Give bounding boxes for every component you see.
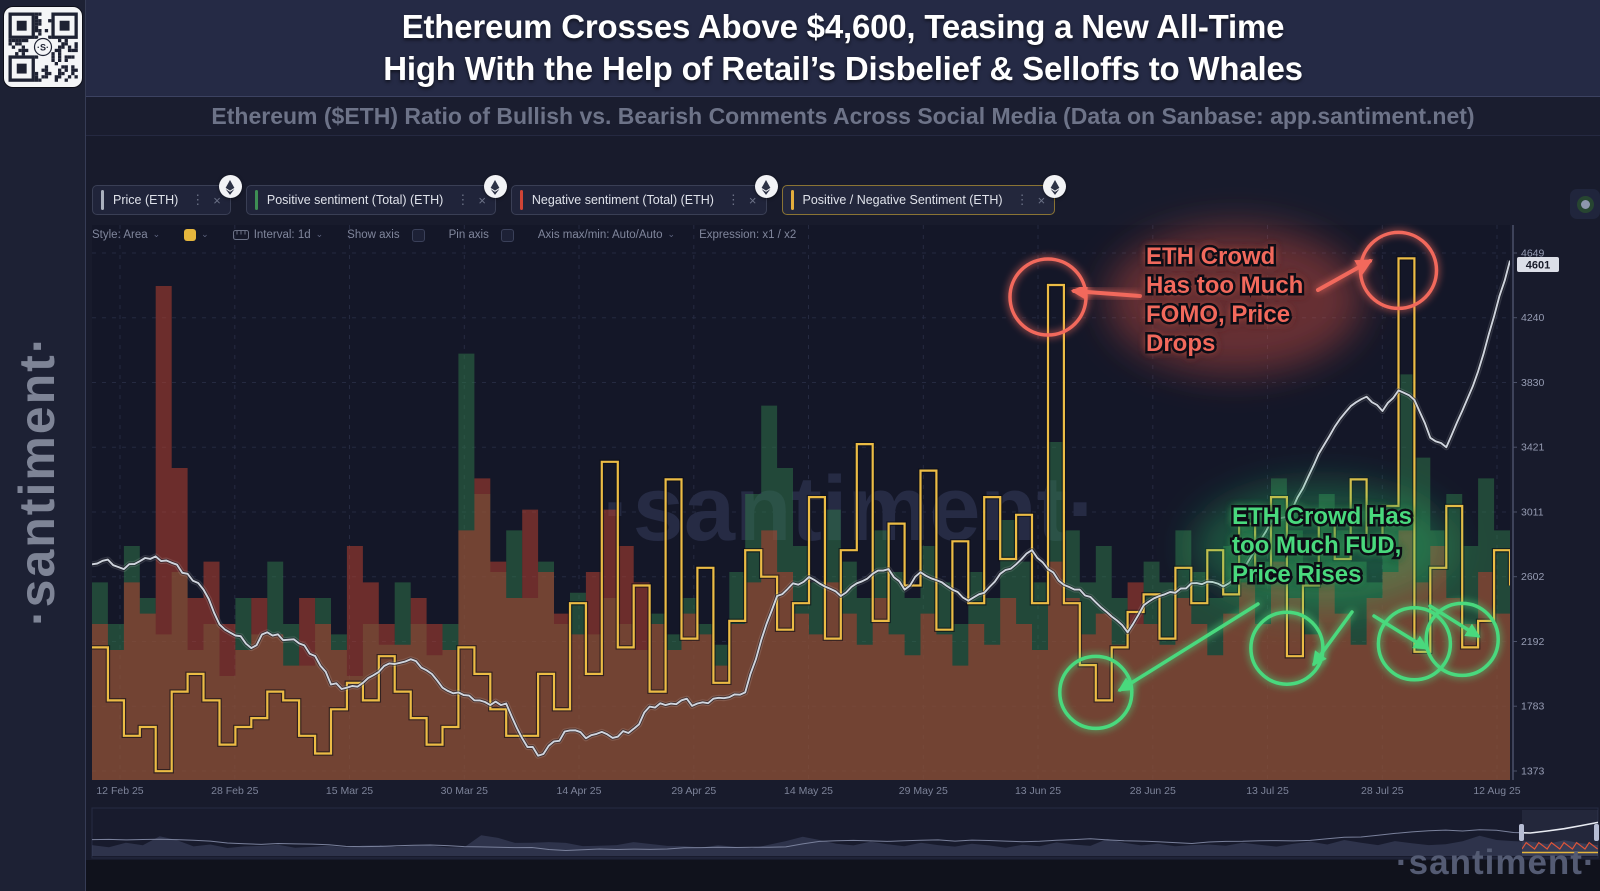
y-tick-label: 3421 — [1521, 442, 1545, 454]
price-axis: 4649424038303421301126022192178313734601 — [1513, 225, 1559, 780]
y-tick-label: 1373 — [1521, 766, 1545, 778]
tab-price-eth[interactable]: Price (ETH) ⋮ × — [92, 185, 231, 215]
tab-accent-bar — [101, 190, 104, 210]
page-title-line2: High With the Help of Retail’s Disbelief… — [383, 48, 1303, 90]
expression-control[interactable]: Expression: x1 / x2 — [699, 229, 796, 241]
show-axis-checkbox[interactable] — [412, 229, 425, 242]
style-selector[interactable]: Style: Area ⌄ — [92, 229, 160, 241]
x-tick-label: 15 Mar 25 — [326, 785, 373, 797]
x-tick-label: 14 May 25 — [784, 785, 833, 797]
show-axis-label: Show axis — [347, 229, 399, 241]
chevron-down-icon: ⌄ — [201, 229, 209, 240]
y-tick-label: 2602 — [1521, 571, 1545, 583]
ruler-icon — [233, 229, 249, 241]
y-tick-label: 2192 — [1521, 636, 1545, 648]
tab-positive-negative-ratio[interactable]: Positive / Negative Sentiment (ETH) ⋮ × — [782, 185, 1056, 215]
eth-logo-icon — [219, 175, 242, 198]
pin-axis-label: Pin axis — [449, 229, 489, 241]
x-tick-label: 12 Aug 25 — [1473, 785, 1520, 797]
x-tick-label: 14 Apr 25 — [557, 785, 602, 797]
current-price-value: 4601 — [1526, 260, 1550, 272]
chevron-down-icon: ⌄ — [316, 229, 324, 240]
tab-close-icon[interactable]: × — [213, 193, 221, 208]
chart-santiment-watermark: ·santiment· — [602, 458, 1098, 560]
tab-close-icon[interactable]: × — [749, 193, 757, 208]
x-tick-label: 13 Jun 25 — [1015, 785, 1061, 797]
eth-logo-icon — [484, 175, 507, 198]
axis-maxmin-selector[interactable]: Axis max/min: Auto/Auto ⌄ — [538, 229, 675, 241]
y-tick-label: 1783 — [1521, 701, 1545, 713]
tab-negative-sentiment[interactable]: Negative sentiment (Total) (ETH) ⋮ × — [511, 185, 767, 215]
tab-close-icon[interactable]: × — [1038, 193, 1046, 208]
eth-logo-icon — [755, 175, 778, 198]
santiment-chart-page: ·santiment·46494240383034213011260221921… — [0, 0, 1600, 891]
color-swatch-selector[interactable]: ⌄ — [184, 229, 209, 241]
tab-label: Positive sentiment (Total) (ETH) — [267, 193, 443, 207]
subtitle-row: Ethereum ($ETH) Ratio of Bullish vs. Bea… — [86, 97, 1600, 136]
tab-accent-bar — [791, 190, 794, 210]
navigator-handle-left[interactable] — [1519, 824, 1524, 841]
y-tick-label: 3830 — [1521, 377, 1545, 389]
metric-tabs-row: Price (ETH) ⋮ × Positive sentiment (Tota… — [92, 185, 1055, 215]
chevron-down-icon: ⌄ — [668, 229, 676, 240]
tab-accent-bar — [255, 190, 258, 210]
y-tick-label: 3011 — [1521, 507, 1544, 519]
x-tick-label: 29 May 25 — [899, 785, 948, 797]
sidebar-santiment-watermark: ·santiment· — [8, 285, 72, 675]
navigator-handle-right[interactable] — [1594, 824, 1599, 841]
tab-accent-bar — [520, 190, 523, 210]
tab-menu-icon[interactable]: ⋮ — [191, 192, 204, 208]
tab-close-icon[interactable]: × — [478, 193, 486, 208]
tab-label: Price (ETH) — [113, 193, 178, 207]
navigator[interactable] — [92, 808, 1599, 858]
page-title-line1: Ethereum Crosses Above $4,600, Teasing a… — [402, 6, 1285, 48]
series-color-swatch[interactable] — [184, 229, 196, 241]
expression-label: Expression: x1 / x2 — [699, 229, 796, 241]
x-tick-label: 30 Mar 25 — [441, 785, 488, 797]
interval-selector[interactable]: Interval: 1d ⌄ — [233, 229, 323, 241]
x-tick-label: 12 Feb 25 — [96, 785, 143, 797]
chart-toolbar: Style: Area ⌄ ⌄ Interval: 1d ⌄ Show axis… — [92, 226, 820, 244]
tab-menu-icon[interactable]: ⋮ — [727, 192, 740, 208]
record-indicator-icon — [1577, 196, 1594, 213]
axis-maxmin-label: Axis max/min: Auto/Auto — [538, 229, 663, 241]
x-tick-label: 29 Apr 25 — [671, 785, 716, 797]
pin-axis-checkbox[interactable] — [501, 229, 514, 242]
interval-label: Interval: 1d — [254, 229, 311, 241]
show-axis-toggle[interactable]: Show axis — [347, 229, 424, 242]
style-label: Style: Area — [92, 229, 148, 241]
page-subtitle: Ethereum ($ETH) Ratio of Bullish vs. Bea… — [211, 103, 1474, 130]
y-tick-label: 4240 — [1521, 312, 1545, 324]
panel-toggle-button[interactable] — [1570, 189, 1600, 219]
date-axis: 12 Feb 25 28 Feb 25 15 Mar 25 30 Mar 25 14 A… — [96, 785, 1520, 797]
qr-code: ·S· — [4, 7, 82, 87]
left-sidebar: ·S· ·santiment· — [0, 0, 86, 891]
tab-menu-icon[interactable]: ⋮ — [1016, 192, 1029, 208]
pin-axis-toggle[interactable]: Pin axis — [449, 229, 514, 242]
x-tick-label: 28 Feb 25 — [211, 785, 258, 797]
x-tick-label: 28 Jul 25 — [1361, 785, 1404, 797]
header: Ethereum Crosses Above $4,600, Teasing a… — [86, 0, 1600, 97]
tab-label: Negative sentiment (Total) (ETH) — [532, 193, 714, 207]
tab-label: Positive / Negative Sentiment (ETH) — [803, 193, 1003, 207]
tab-menu-icon[interactable]: ⋮ — [456, 192, 469, 208]
tab-positive-sentiment[interactable]: Positive sentiment (Total) (ETH) ⋮ × — [246, 185, 496, 215]
svg-text:·S·: ·S· — [37, 43, 49, 53]
bottom-santiment-watermark: ·santiment· — [1396, 843, 1596, 883]
x-tick-label: 13 Jul 25 — [1246, 785, 1289, 797]
x-tick-label: 28 Jun 25 — [1130, 785, 1176, 797]
chevron-down-icon: ⌄ — [153, 229, 161, 240]
